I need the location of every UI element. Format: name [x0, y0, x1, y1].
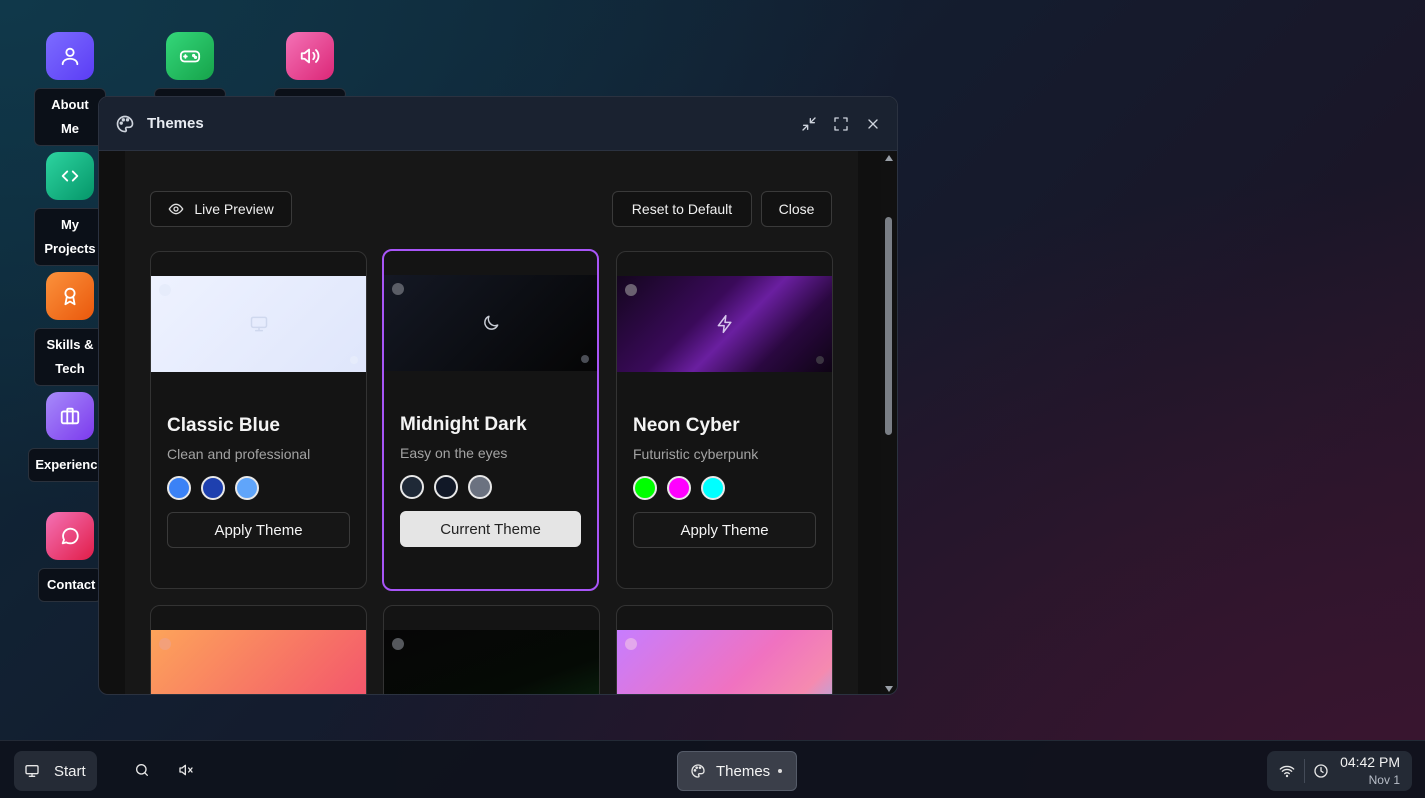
- monitor-icon: [25, 765, 39, 777]
- window-titlebar[interactable]: Themes: [99, 97, 897, 151]
- desktop-label: My Projects: [34, 208, 106, 266]
- search-button[interactable]: [134, 762, 150, 783]
- gamepad-icon: [166, 32, 214, 80]
- live-preview-button[interactable]: Live Preview: [150, 191, 292, 227]
- desktop-icon-contact[interactable]: Contact: [34, 512, 106, 602]
- clock-date: Nov 1: [1368, 773, 1400, 787]
- theme-card-neon-cyber[interactable]: Neon Cyber Futuristic cyberpunk Apply Th…: [616, 251, 833, 589]
- color-swatches: [400, 475, 492, 499]
- message-icon: [46, 512, 94, 560]
- theme-card-forest[interactable]: [383, 605, 600, 694]
- theme-card-classic-blue[interactable]: Classic Blue Clean and professional Appl…: [150, 251, 367, 589]
- minimize-icon[interactable]: [801, 116, 817, 132]
- desktop-label: Skills & Tech: [34, 328, 106, 386]
- palette-icon: [116, 115, 134, 132]
- color-swatches: [167, 476, 259, 500]
- briefcase-icon: [46, 392, 94, 440]
- theme-description: Futuristic cyberpunk: [633, 446, 759, 462]
- swatch: [701, 476, 725, 500]
- color-swatches: [633, 476, 725, 500]
- scroll-up-arrow[interactable]: [885, 155, 893, 161]
- theme-description: Clean and professional: [167, 446, 311, 462]
- active-indicator: [778, 769, 783, 773]
- theme-description: Easy on the eyes: [400, 445, 508, 461]
- volume-icon: [286, 32, 334, 80]
- user-icon: [46, 32, 94, 80]
- swatch: [468, 475, 492, 499]
- taskbar-app-themes[interactable]: Themes: [677, 751, 797, 791]
- apply-theme-button[interactable]: Apply Theme: [167, 512, 350, 548]
- tray-divider: [1304, 759, 1305, 783]
- theme-preview: [384, 275, 597, 371]
- themes-window: Themes Live Preview Reset to Default Clo…: [98, 96, 898, 695]
- theme-card-midnight-dark[interactable]: Midnight Dark Easy on the eyes Current T…: [382, 249, 599, 591]
- desktop-icon-my-projects[interactable]: My Projects: [34, 152, 106, 266]
- desktop-icon-audio[interactable]: [274, 32, 346, 100]
- theme-name: Neon Cyber: [633, 415, 740, 436]
- theme-preview: [151, 276, 366, 372]
- zap-icon: [717, 314, 732, 334]
- live-preview-label: Live Preview: [194, 201, 274, 217]
- swatch: [167, 476, 191, 500]
- eye-icon: [168, 203, 184, 215]
- swatch: [400, 475, 424, 499]
- desktop-label: About Me: [34, 88, 106, 146]
- scroll-down-arrow[interactable]: [885, 686, 893, 692]
- theme-card-sunset[interactable]: [150, 605, 367, 694]
- taskbar-app-label: Themes: [716, 762, 771, 780]
- swatch: [201, 476, 225, 500]
- theme-preview: [617, 276, 832, 372]
- start-label: Start: [54, 762, 86, 780]
- award-icon: [46, 272, 94, 320]
- desktop-icon-about-me[interactable]: About Me: [34, 32, 106, 146]
- scrollbar-thumb[interactable]: [885, 217, 892, 435]
- code-icon: [46, 152, 94, 200]
- theme-card-pastel[interactable]: [616, 605, 833, 694]
- start-button[interactable]: Start: [14, 751, 97, 791]
- theme-name: Classic Blue: [167, 415, 280, 436]
- close-icon[interactable]: [865, 116, 881, 132]
- theme-preview: [617, 630, 832, 694]
- current-theme-button[interactable]: Current Theme: [400, 511, 581, 547]
- window-title: Themes: [147, 115, 204, 132]
- desktop-icon-skills[interactable]: Skills & Tech: [34, 272, 106, 386]
- reset-to-default-button[interactable]: Reset to Default: [612, 191, 752, 227]
- search-icon: [136, 764, 148, 776]
- monitor-icon: [250, 316, 267, 332]
- scrollbar[interactable]: [881, 151, 897, 694]
- mute-button[interactable]: [178, 762, 194, 783]
- taskbar: Start Themes 04:42 PM Nov 1: [0, 740, 1425, 798]
- swatch: [667, 476, 691, 500]
- desktop-icon-games[interactable]: [154, 32, 226, 100]
- desktop-label: Contact: [38, 568, 102, 602]
- apply-theme-button[interactable]: Apply Theme: [633, 512, 816, 548]
- maximize-icon[interactable]: [833, 116, 849, 132]
- swatch: [434, 475, 458, 499]
- close-button[interactable]: Close: [761, 191, 832, 227]
- theme-preview: [384, 630, 599, 694]
- moon-icon: [483, 315, 498, 330]
- volume-mute-icon: [179, 764, 193, 776]
- wifi-icon[interactable]: [1279, 763, 1295, 779]
- swatch: [633, 476, 657, 500]
- theme-preview: [151, 630, 366, 694]
- clock-time: 04:42 PM: [1340, 754, 1400, 770]
- theme-name: Midnight Dark: [400, 414, 527, 435]
- system-tray[interactable]: 04:42 PM Nov 1: [1267, 751, 1412, 791]
- palette-icon: [691, 764, 705, 778]
- themes-content: Live Preview Reset to Default Close Clas…: [125, 151, 858, 694]
- swatch: [235, 476, 259, 500]
- clock-icon: [1314, 764, 1328, 778]
